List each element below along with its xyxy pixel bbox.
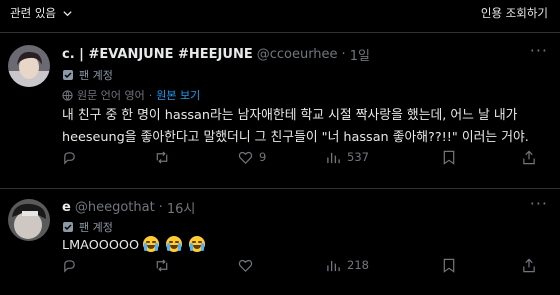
chevron-down-icon: [62, 8, 73, 19]
tweet-text-line: LMAOOOOO: [62, 238, 140, 253]
sort-dropdown[interactable]: 관련 있음: [10, 5, 73, 21]
separator: ·: [148, 88, 153, 102]
reply-button[interactable]: [62, 258, 83, 273]
tweet-text: LMAOOOOO: [62, 235, 552, 257]
share-button[interactable]: [522, 150, 536, 165]
fan-account-badge: 팬 계정: [62, 219, 113, 235]
loudly-crying-face-icon: [189, 236, 206, 252]
avatar[interactable]: [8, 45, 50, 87]
avatar[interactable]: [8, 199, 50, 241]
translate-icon: [62, 89, 73, 101]
handle[interactable]: @ccoeurhee: [257, 47, 338, 62]
like-count: 9: [259, 150, 267, 164]
display-name[interactable]: c. | #EVANJUNE #HEEJUNE: [62, 47, 253, 62]
reply-icon: [64, 151, 75, 165]
tweet-text-line: heeseung을 좋아한다고 말했더니 그 친구들이 "너 hassan 좋아…: [62, 130, 529, 145]
retweet-icon: [156, 258, 168, 272]
loudly-crying-face-icon: [143, 236, 160, 252]
tweet[interactable]: c. | #EVANJUNE #HEEJUNE @ccoeurhee · 1일 …: [0, 33, 560, 193]
views-button[interactable]: 218: [326, 258, 369, 273]
reply-button[interactable]: [62, 150, 83, 165]
tweet[interactable]: e @heegothat · 16시 ··· 팬 계정 LMAOOOOO 218: [0, 189, 560, 295]
more-options-icon[interactable]: ···: [530, 194, 548, 213]
bookmark-icon: [443, 150, 455, 165]
like-button[interactable]: [238, 258, 259, 273]
translation-notice: 원문 언어 영어 · 원본 보기: [62, 87, 200, 103]
handle[interactable]: @heegothat: [75, 200, 155, 215]
like-button[interactable]: 9: [238, 150, 266, 165]
view-quotes-link[interactable]: 인용 조회하기: [481, 5, 548, 21]
tweet-text: 내 친구 중 한 명이 hassan라는 남자애한테 학교 시절 짝사랑을 했는…: [62, 105, 552, 149]
fan-badge-label: 팬 계정: [79, 69, 113, 82]
top-bar: 관련 있음 인용 조회하기: [0, 0, 560, 26]
show-original-link[interactable]: 원본 보기: [156, 87, 200, 103]
heart-icon: [238, 259, 253, 272]
sort-label: 관련 있음: [10, 6, 56, 20]
loudly-crying-face-icon: [166, 236, 183, 252]
fan-badge-label: 팬 계정: [79, 221, 113, 234]
translate-source-language: 원문 언어 영어: [77, 89, 145, 102]
separator: ·: [158, 200, 163, 215]
heart-icon: [238, 151, 253, 164]
view-count: 218: [347, 258, 369, 272]
views-button[interactable]: 537: [326, 150, 369, 165]
tweet-text-line: 내 친구 중 한 명이 hassan라는 남자애한테 학교 시절 짝사랑을 했는…: [62, 108, 518, 123]
share-icon: [523, 150, 535, 164]
retweet-button[interactable]: [154, 150, 176, 165]
view-count: 537: [347, 150, 369, 164]
views-icon: [327, 152, 340, 163]
timestamp[interactable]: 16시: [167, 198, 196, 217]
fan-account-badge: 팬 계정: [62, 67, 113, 83]
bookmark-button[interactable]: [442, 150, 456, 165]
fan-badge-icon: [63, 222, 73, 232]
retweet-icon: [156, 150, 168, 164]
bookmark-button[interactable]: [442, 258, 456, 273]
reply-icon: [64, 259, 75, 273]
timestamp[interactable]: 1일: [350, 45, 370, 64]
fan-badge-icon: [63, 70, 73, 80]
retweet-button[interactable]: [154, 258, 176, 273]
more-options-icon[interactable]: ···: [530, 41, 548, 60]
display-name[interactable]: e: [62, 200, 71, 215]
share-icon: [523, 258, 535, 272]
views-icon: [327, 260, 340, 271]
share-button[interactable]: [522, 258, 536, 273]
bookmark-icon: [443, 258, 455, 273]
separator: ·: [341, 47, 346, 62]
